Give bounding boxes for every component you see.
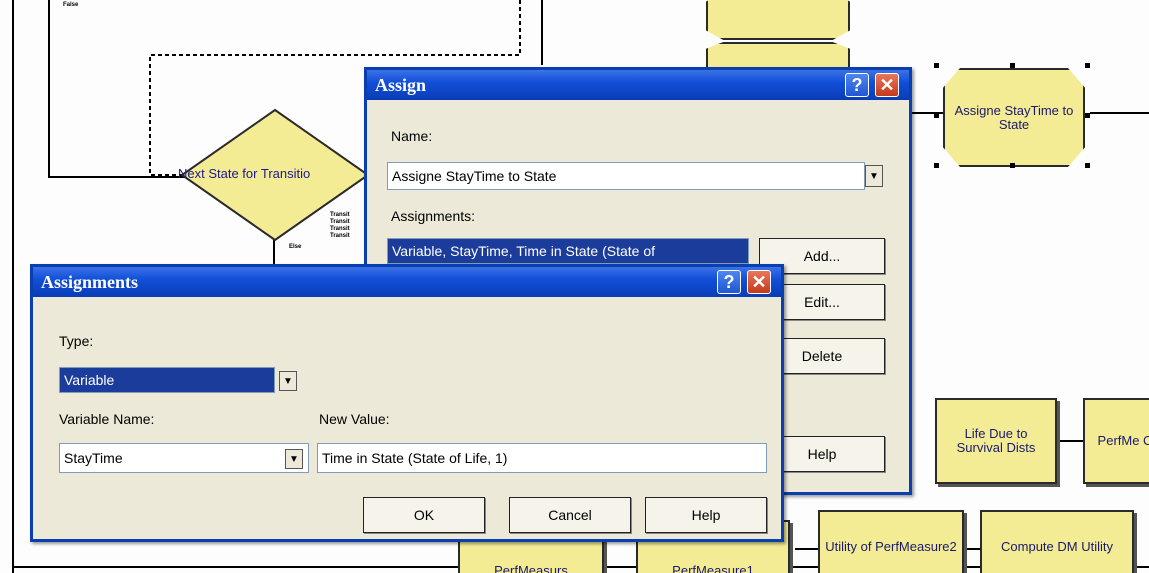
ok-button[interactable]: OK [363, 497, 485, 533]
type-label: Type: [59, 333, 94, 349]
transit-label: Transit [330, 226, 350, 232]
module-label: Utility of PerfMeasure2 [825, 539, 957, 554]
assignments-title: Assignments [41, 271, 139, 292]
selection-handle[interactable] [1085, 63, 1090, 68]
selection-handle[interactable] [1085, 163, 1090, 168]
help-icon[interactable]: ? [845, 73, 869, 97]
false-label: False [63, 2, 79, 8]
module-life-due[interactable]: Life Due to Survival Dists [935, 398, 1057, 484]
selection-handle[interactable] [934, 113, 939, 118]
transit-label: Transit [330, 212, 350, 218]
connector-line [541, 0, 543, 65]
connector-line [1055, 440, 1085, 442]
selection-handle[interactable] [1010, 163, 1015, 168]
module-perfme-c[interactable]: PerfMe C [1083, 398, 1149, 484]
assign-title: Assign [375, 74, 427, 95]
connector-line [12, 0, 14, 573]
transit-label: Transit [330, 233, 350, 239]
new-value-input[interactable]: Time in State (State of Life, 1) [317, 443, 767, 473]
selection-handle[interactable] [934, 63, 939, 68]
decision-label: Next State for Transitio [178, 166, 311, 181]
cancel-button[interactable]: Cancel [509, 497, 631, 533]
module-top[interactable] [706, 0, 850, 40]
module-label: Compute DM Utility [1001, 539, 1113, 554]
variable-name-label: Variable Name: [59, 411, 155, 427]
new-value-label: New Value: [319, 411, 390, 427]
close-icon[interactable]: ✕ [747, 270, 771, 294]
name-label: Name: [391, 128, 433, 144]
chevron-down-icon[interactable]: ▼ [279, 371, 297, 391]
module-label: PerfMeasure1 [672, 563, 754, 573]
assignments-titlebar[interactable]: Assignments ? ✕ [33, 267, 781, 297]
module-label: PerfMe C [1097, 433, 1149, 448]
help-icon[interactable]: ? [717, 270, 741, 294]
module-label: PerfMeasurs [494, 563, 568, 573]
chevron-down-icon[interactable]: ▼ [285, 449, 303, 469]
selection-handle[interactable] [1085, 113, 1090, 118]
selection-handle[interactable] [1010, 63, 1015, 68]
module-utility-pm2[interactable]: Utility of PerfMeasure2 [818, 510, 964, 573]
module-label: Assigne StayTime to State [954, 102, 1074, 132]
variable-name-select[interactable]: StayTime [59, 443, 309, 473]
assignments-help-button[interactable]: Help [645, 497, 767, 533]
module-assigne-staytime[interactable]: Assigne StayTime to State [943, 68, 1085, 167]
chevron-down-icon[interactable]: ▼ [865, 165, 883, 187]
close-icon[interactable]: ✕ [875, 73, 899, 97]
assignment-list-item[interactable]: Variable, StayTime, Time in State (State… [387, 238, 749, 264]
assign-titlebar[interactable]: Assign ? ✕ [367, 70, 909, 100]
type-select[interactable]: Variable [59, 367, 275, 393]
connector-line [48, 0, 50, 178]
name-combobox[interactable]: Assigne StayTime to State [387, 162, 865, 190]
assignments-dialog[interactable]: Assignments ? ✕ Type: Variable ▼ Variabl… [30, 264, 784, 542]
transit-label: Transit [330, 219, 350, 225]
else-label: Else [289, 244, 302, 250]
module-label: Life Due to Survival Dists [956, 426, 1036, 455]
module-compute-dm[interactable]: Compute DM Utility [980, 510, 1134, 573]
assignments-label: Assignments: [391, 208, 476, 224]
connector-line [1090, 112, 1149, 114]
selection-handle[interactable] [934, 163, 939, 168]
